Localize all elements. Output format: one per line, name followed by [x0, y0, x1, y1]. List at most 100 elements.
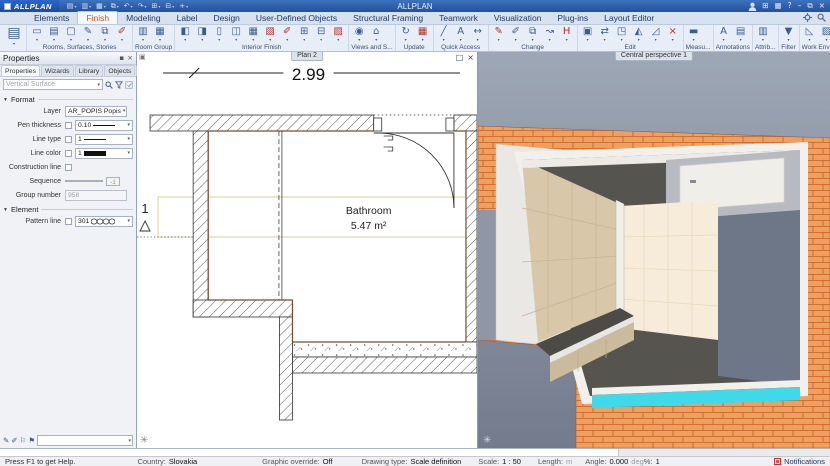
- edit-elements-icon[interactable]: ✎ ▾: [491, 26, 507, 44]
- annotation-icon[interactable]: ▤ ▾: [733, 26, 749, 44]
- save-favorite-icon[interactable]: ⚑: [28, 436, 35, 445]
- dialog-input[interactable]: [0, 449, 618, 456]
- apply-checkbox-icon[interactable]: [125, 81, 133, 89]
- perspective-3d-canvas[interactable]: ✳: [478, 52, 830, 448]
- mirror-element-icon[interactable]: ◭ ▾: [631, 26, 647, 44]
- ptab-properties[interactable]: Properties: [1, 65, 40, 76]
- viewport-restore-icon[interactable]: □: [456, 53, 464, 62]
- tab-modeling[interactable]: Modeling: [118, 12, 169, 24]
- tab-design[interactable]: Design: [205, 12, 247, 24]
- window-finish-icon[interactable]: ⊞ ▾: [296, 26, 312, 44]
- opening-finish-icon[interactable]: ⊟ ▾: [313, 26, 329, 44]
- status-length[interactable]: Length: m: [538, 457, 575, 466]
- close-button[interactable]: ×: [816, 1, 828, 11]
- measure-icon[interactable]: ▬ ▾: [686, 26, 702, 44]
- tab-visualization[interactable]: Visualization: [486, 12, 550, 24]
- status-country[interactable]: Country: Slovakia: [137, 457, 200, 466]
- column-surface-icon[interactable]: ▯ ▾: [211, 26, 227, 44]
- property-slider[interactable]: -1: [65, 177, 120, 186]
- task-board-icon[interactable]: ▤ ▾: [4, 26, 24, 51]
- match-properties-icon[interactable]: ✎: [3, 436, 9, 445]
- load-favorite-icon[interactable]: ⚐: [20, 436, 27, 445]
- floor-surface-icon[interactable]: ◨ ▾: [194, 26, 210, 44]
- resize-element-icon[interactable]: ◿ ▾: [648, 26, 664, 44]
- allplan-logo[interactable]: ALLPLAN: [0, 0, 59, 12]
- qa-redo-icon[interactable]: ↷: [136, 2, 149, 10]
- zoom-to-element-icon[interactable]: [105, 81, 113, 89]
- qa-copy-icon[interactable]: ⊞: [150, 2, 163, 10]
- finish-surface-icon[interactable]: ✎ ▾: [80, 26, 96, 44]
- property-checkbox[interactable]: [65, 136, 72, 143]
- surface-grid-icon[interactable]: ▦ ▾: [245, 26, 261, 44]
- perspective-viewport-tab[interactable]: Central perspective 1: [615, 52, 693, 61]
- property-checkbox[interactable]: [65, 164, 72, 171]
- layout-views-icon[interactable]: ⊞: [759, 1, 771, 11]
- settings-gear-icon[interactable]: [803, 13, 812, 22]
- modify-room-icon[interactable]: ✐ ▾: [114, 26, 130, 44]
- minimize-button[interactable]: –: [795, 1, 805, 11]
- search-icon[interactable]: [817, 13, 826, 22]
- label-text-icon[interactable]: A ▾: [716, 26, 732, 44]
- plan-viewport-tab[interactable]: Plan 2: [291, 52, 323, 61]
- property-text-field[interactable]: 958: [65, 190, 127, 201]
- edit-finish-icon[interactable]: ▧ ▾: [262, 26, 278, 44]
- section-header[interactable]: ▼ Format: [3, 95, 133, 104]
- close-palette-icon[interactable]: ×: [127, 54, 133, 62]
- restore-button[interactable]: ⧉: [804, 1, 815, 11]
- favorite-combo[interactable]: ▾: [37, 435, 133, 446]
- qa-undo-icon[interactable]: ↶: [122, 2, 135, 10]
- room-icon[interactable]: ▭ ▾: [29, 26, 45, 44]
- stretch-entities-icon[interactable]: ✐ ▾: [508, 26, 524, 44]
- update-3d-icon[interactable]: ↻ ▾: [398, 26, 414, 44]
- tab-plug-ins[interactable]: Plug-ins: [549, 12, 596, 24]
- ptab-library[interactable]: Library: [75, 65, 104, 76]
- room-group-icon[interactable]: ▥ ▾: [135, 26, 151, 44]
- delete-icon[interactable]: × ▾: [665, 26, 681, 44]
- property-dropdown[interactable]: 301 ▾: [75, 216, 133, 227]
- property-checkbox[interactable]: [65, 218, 72, 225]
- status-percent[interactable]: %: 1: [644, 457, 663, 466]
- modify-finish-icon[interactable]: ▨ ▾: [330, 26, 346, 44]
- tab-user-defined-objects[interactable]: User-Defined Objects: [248, 12, 345, 24]
- move-element-icon[interactable]: ⇄ ▾: [597, 26, 613, 44]
- wall-surface-icon[interactable]: ◧ ▾: [177, 26, 193, 44]
- tab-finish[interactable]: Finish: [77, 11, 118, 24]
- attributes-icon[interactable]: ▥ ▾: [755, 26, 771, 44]
- pin-palette-icon[interactable]: ▪: [119, 54, 124, 62]
- ptab-objects[interactable]: Objects: [104, 65, 135, 76]
- section-header[interactable]: ▼ Element: [3, 205, 133, 214]
- views-icon[interactable]: ◉ ▾: [351, 26, 367, 44]
- work-environment-icon[interactable]: ▨ ▾: [819, 26, 830, 44]
- storey-icon[interactable]: ▤ ▾: [46, 26, 62, 44]
- room-surface-icon[interactable]: ▢ ▾: [63, 26, 79, 44]
- tiling-icon[interactable]: ◫ ▾: [228, 26, 244, 44]
- status-graphic-override[interactable]: Graphic override: Off: [262, 457, 335, 466]
- line-icon[interactable]: ╱ ▾: [436, 26, 452, 44]
- qa-paste-icon[interactable]: ⊟: [163, 2, 176, 10]
- tab-structural-framing[interactable]: Structural Framing: [345, 12, 431, 24]
- property-dropdown[interactable]: 1 ▾: [75, 134, 133, 145]
- notifications-button[interactable]: Notifications: [774, 457, 825, 466]
- update-model-icon[interactable]: ▦ ▾: [415, 26, 431, 44]
- filter-icon[interactable]: ▼ ▾: [781, 26, 797, 44]
- tab-elements[interactable]: Elements: [26, 12, 77, 24]
- copy-convert-icon[interactable]: ⧉ ▾: [525, 26, 541, 44]
- hatch-finish-icon[interactable]: ✐ ▾: [279, 26, 295, 44]
- modify-offset-icon[interactable]: ↝ ▾: [542, 26, 558, 44]
- ptab-wizards[interactable]: Wizards: [41, 65, 74, 76]
- copy-element-icon[interactable]: ▣ ▾: [580, 26, 596, 44]
- transfer-properties-icon[interactable]: ✐: [11, 436, 17, 445]
- user-account-icon[interactable]: [748, 2, 757, 11]
- qa-customize-icon[interactable]: +: [177, 2, 190, 10]
- status-scale[interactable]: Scale: 1 : 50: [478, 457, 524, 466]
- property-dropdown[interactable]: 1 ▾: [75, 148, 133, 159]
- plane-icon[interactable]: ◺ ▾: [802, 26, 818, 44]
- status-angle[interactable]: Angle: 0.000 deg: [585, 457, 644, 466]
- property-checkbox[interactable]: [65, 122, 72, 129]
- tab-teamwork[interactable]: Teamwork: [431, 12, 486, 24]
- tab-label[interactable]: Label: [169, 12, 206, 24]
- rotate-element-icon[interactable]: ◳ ▾: [614, 26, 630, 44]
- plan-drawing-canvas[interactable]: 2.99 1 Bathroom 5.47 m² ✳: [137, 52, 477, 448]
- status-drawing-type[interactable]: Drawing type: Scale definition: [362, 457, 465, 466]
- property-checkbox[interactable]: [65, 150, 72, 157]
